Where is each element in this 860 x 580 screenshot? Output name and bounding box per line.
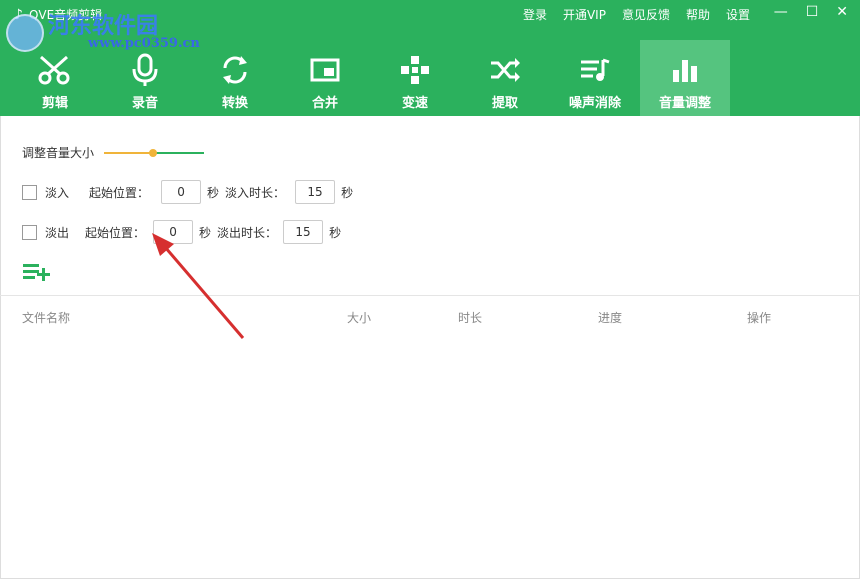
annotation-arrow [152,233,245,339]
arrow-shaft [163,246,245,339]
